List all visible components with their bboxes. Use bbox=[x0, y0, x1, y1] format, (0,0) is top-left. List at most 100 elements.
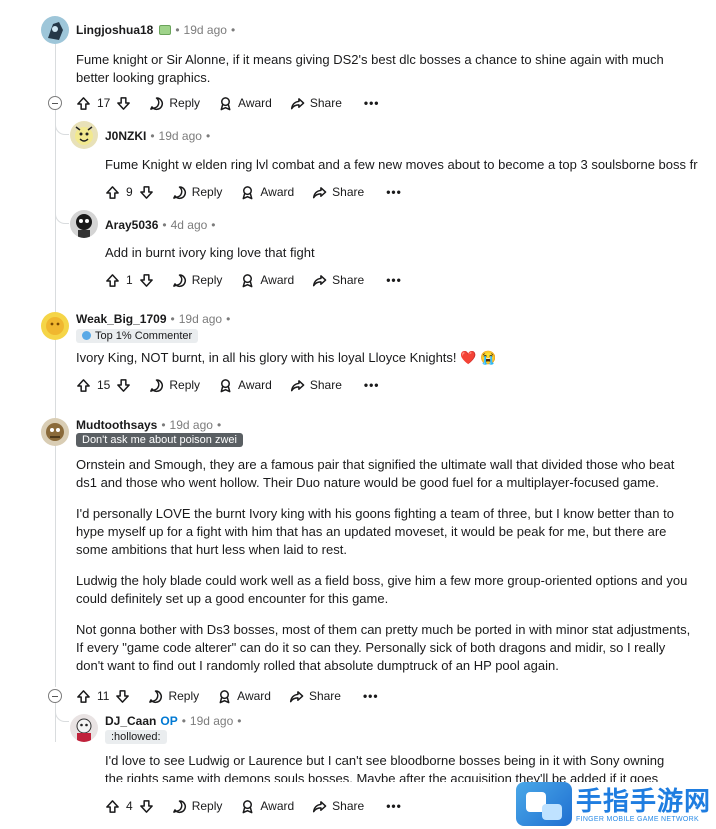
share-icon bbox=[313, 800, 327, 812]
reply-button[interactable]: Reply bbox=[172, 273, 222, 288]
share-button[interactable]: Share bbox=[290, 96, 342, 111]
downvote-button[interactable] bbox=[139, 799, 154, 814]
avatar[interactable] bbox=[41, 16, 69, 44]
award-button[interactable]: Award bbox=[218, 378, 272, 393]
upvote-button[interactable] bbox=[76, 689, 91, 704]
award-button[interactable]: Award bbox=[218, 96, 272, 111]
watermark-title: 手指手游网 bbox=[576, 785, 712, 816]
reply-button[interactable]: Reply bbox=[148, 689, 199, 704]
downvote-button[interactable] bbox=[116, 96, 131, 111]
vote-score: 17 bbox=[97, 96, 111, 110]
share-icon bbox=[313, 186, 327, 198]
share-icon bbox=[290, 379, 305, 391]
thread-branch bbox=[55, 200, 69, 224]
timestamp: 19d ago bbox=[189, 714, 234, 728]
share-icon bbox=[313, 274, 327, 286]
username[interactable]: DJ_Caan bbox=[105, 714, 156, 728]
award-icon bbox=[242, 799, 253, 813]
op-badge: OP bbox=[160, 714, 178, 728]
share-button[interactable]: Share bbox=[290, 378, 342, 393]
upvote-button[interactable] bbox=[105, 273, 120, 288]
upvote-icon bbox=[106, 185, 119, 199]
user-flair: Don't ask me about poison zwei bbox=[76, 433, 243, 447]
comment-icon bbox=[172, 273, 186, 287]
upvote-button[interactable] bbox=[105, 799, 120, 814]
upvote-icon bbox=[77, 689, 90, 703]
upvote-icon bbox=[106, 799, 119, 813]
downvote-button[interactable] bbox=[116, 378, 131, 393]
share-button[interactable]: Share bbox=[312, 799, 364, 814]
thread-line bbox=[55, 44, 56, 687]
upvote-button[interactable] bbox=[76, 378, 91, 393]
comment-actions: 9 Reply Award Share ••• bbox=[105, 181, 402, 203]
award-icon bbox=[220, 378, 231, 392]
collapse-thread-button[interactable] bbox=[48, 689, 62, 703]
more-options-icon[interactable]: ••• bbox=[386, 799, 402, 813]
downvote-button[interactable] bbox=[139, 185, 154, 200]
more-options-icon[interactable]: ••• bbox=[364, 96, 380, 110]
username[interactable]: Aray5036 bbox=[105, 218, 158, 232]
share-icon bbox=[290, 97, 305, 109]
avatar[interactable] bbox=[70, 121, 98, 149]
avatar[interactable] bbox=[70, 210, 98, 238]
avatar[interactable] bbox=[41, 418, 69, 446]
collapse-thread-button[interactable] bbox=[48, 96, 62, 110]
timestamp: 4d ago bbox=[170, 218, 208, 232]
upvote-icon bbox=[106, 273, 119, 287]
username[interactable]: Weak_Big_1709 bbox=[76, 312, 167, 326]
share-button[interactable]: Share bbox=[312, 273, 364, 288]
award-button[interactable]: Award bbox=[240, 273, 294, 288]
reply-button[interactable]: Reply bbox=[172, 799, 222, 814]
username[interactable]: J0NZKI bbox=[105, 129, 146, 143]
share-button[interactable]: Share bbox=[312, 185, 364, 200]
award-icon bbox=[220, 96, 231, 110]
more-options-icon[interactable]: ••• bbox=[363, 689, 379, 703]
watermark-icon bbox=[516, 782, 572, 826]
downvote-button[interactable] bbox=[115, 689, 130, 704]
downvote-icon bbox=[139, 799, 153, 813]
reply-button[interactable]: Reply bbox=[149, 96, 200, 111]
thread-branch bbox=[55, 115, 69, 135]
award-icon bbox=[219, 689, 230, 703]
timestamp: 19d ago bbox=[183, 23, 227, 37]
avatar[interactable] bbox=[70, 714, 98, 742]
downvote-icon bbox=[139, 273, 153, 287]
downvote-icon bbox=[117, 378, 131, 392]
comment-actions: 4 Reply Award Share ••• bbox=[105, 795, 402, 817]
award-button[interactable]: Award bbox=[217, 689, 271, 704]
vote-score: 15 bbox=[97, 378, 111, 392]
commenter-badge-icon bbox=[82, 331, 91, 340]
vote-score: 4 bbox=[126, 799, 133, 813]
downvote-button[interactable] bbox=[139, 273, 154, 288]
upvote-button[interactable] bbox=[76, 96, 91, 111]
more-options-icon[interactable]: ••• bbox=[386, 273, 402, 287]
upvote-icon bbox=[77, 378, 90, 392]
award-icon bbox=[242, 185, 253, 199]
vote-score: 9 bbox=[126, 185, 133, 199]
reply-button[interactable]: Reply bbox=[172, 185, 222, 200]
downvote-icon bbox=[117, 96, 131, 110]
more-options-icon[interactable]: ••• bbox=[386, 185, 402, 199]
upvote-icon bbox=[77, 96, 90, 110]
timestamp: 19d ago bbox=[169, 418, 213, 432]
comment-actions: 11 Reply Award Share ••• bbox=[76, 685, 379, 707]
username[interactable]: Lingjoshua18 bbox=[76, 23, 153, 37]
more-options-icon[interactable]: ••• bbox=[364, 378, 380, 392]
award-button[interactable]: Award bbox=[240, 185, 294, 200]
comment-body: Ornstein and Smough, they are a famous p… bbox=[76, 457, 691, 673]
comment-actions: 17 Reply Award Share ••• bbox=[76, 92, 379, 114]
comment-icon bbox=[149, 689, 163, 703]
award-icon bbox=[242, 273, 253, 287]
reply-button[interactable]: Reply bbox=[149, 378, 200, 393]
comment-icon bbox=[172, 185, 186, 199]
avatar[interactable] bbox=[41, 312, 69, 340]
share-button[interactable]: Share bbox=[289, 689, 341, 704]
vote-score: 11 bbox=[97, 689, 110, 703]
award-button[interactable]: Award bbox=[240, 799, 294, 814]
timestamp: 19d ago bbox=[158, 129, 202, 143]
vote-score: 1 bbox=[126, 273, 133, 287]
upvote-button[interactable] bbox=[105, 185, 120, 200]
share-icon bbox=[289, 690, 304, 702]
downvote-icon bbox=[139, 185, 153, 199]
username[interactable]: Mudtoothsays bbox=[76, 418, 157, 432]
